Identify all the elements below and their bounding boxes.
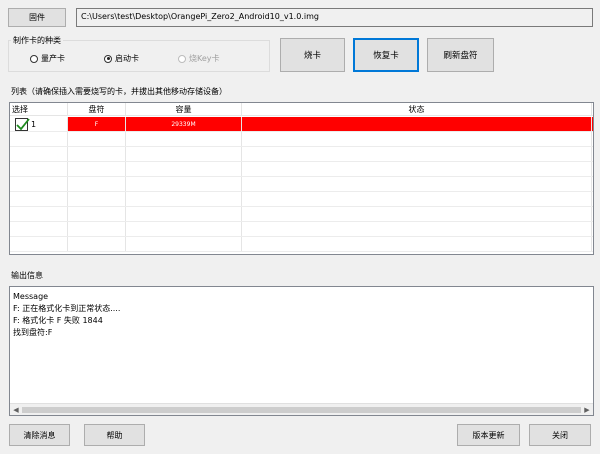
col-select[interactable]: 选择 <box>10 103 68 115</box>
table-row <box>10 147 593 162</box>
output-legend: 输出信息 <box>9 270 45 281</box>
col-capacity[interactable]: 容量 <box>126 103 242 115</box>
log-line: F: 格式化卡 F 失败 1844 <box>13 316 103 325</box>
log-line: Message <box>13 292 49 301</box>
burn-card-button[interactable]: 烧卡 <box>280 38 345 72</box>
scroll-left-icon[interactable]: ◀ <box>10 404 22 416</box>
table-row <box>10 192 593 207</box>
close-button[interactable]: 关闭 <box>529 424 591 446</box>
table-row[interactable]: 1 F 29339M <box>10 117 593 132</box>
radio-dot <box>178 54 186 63</box>
log-line: F: 正在格式化卡到正常状态.... <box>13 304 121 313</box>
firmware-button[interactable]: 固件 <box>8 8 66 27</box>
drive-cell: F <box>68 117 126 131</box>
scroll-right-icon[interactable]: ▶ <box>581 404 593 416</box>
radio-key-card: 烧Key卡 <box>178 53 220 64</box>
capacity-cell: 29339M <box>126 117 242 131</box>
radio-label: 量产卡 <box>41 54 65 63</box>
col-status[interactable]: 状态 <box>242 103 592 115</box>
table-row <box>10 162 593 177</box>
output-log[interactable]: Message F: 正在格式化卡到正常状态.... F: 格式化卡 F 失败 … <box>9 286 594 416</box>
check-icon <box>16 117 30 130</box>
radio-label: 烧Key卡 <box>189 54 220 63</box>
filler-cell <box>592 117 593 131</box>
row-index: 1 <box>31 119 37 129</box>
list-legend: 列表（请确保插入需要烧写的卡，并拔出其他移动存储设备） <box>9 86 229 97</box>
clear-messages-button[interactable]: 清除消息 <box>9 424 70 446</box>
row-checkbox[interactable] <box>15 117 30 131</box>
output-lines: Message F: 正在格式化卡到正常状态.... F: 格式化卡 F 失败 … <box>10 287 593 343</box>
help-button[interactable]: 帮助 <box>84 424 145 446</box>
version-update-button[interactable]: 版本更新 <box>457 424 520 446</box>
scrollbar-thumb[interactable] <box>22 407 581 413</box>
radio-production-card[interactable]: 量产卡 <box>30 53 65 64</box>
drive-list-header: 选择 盘符 容量 状态 <box>10 103 593 116</box>
image-path-field[interactable]: C:\Users\test\Desktop\OrangePi_Zero2_And… <box>76 8 593 27</box>
radio-label: 启动卡 <box>115 54 139 63</box>
status-cell <box>242 117 592 131</box>
horizontal-scrollbar[interactable]: ◀ ▶ <box>10 403 593 415</box>
radio-dot-selected <box>104 54 112 63</box>
table-row <box>10 237 593 252</box>
col-filler <box>592 103 593 115</box>
refresh-drives-button[interactable]: 刷新盘符 <box>427 38 494 72</box>
table-row <box>10 207 593 222</box>
radio-dot <box>30 54 38 63</box>
col-drive[interactable]: 盘符 <box>68 103 126 115</box>
drive-list[interactable]: 选择 盘符 容量 状态 1 F 29339M <box>9 102 594 255</box>
select-cell[interactable]: 1 <box>10 117 68 131</box>
table-row <box>10 222 593 237</box>
table-row <box>10 132 593 147</box>
table-row <box>10 177 593 192</box>
restore-card-button[interactable]: 恢复卡 <box>353 38 419 72</box>
log-line: 找到盘符:F <box>13 328 53 337</box>
radio-boot-card[interactable]: 启动卡 <box>104 53 139 64</box>
card-type-legend: 制作卡的种类 <box>11 35 63 46</box>
